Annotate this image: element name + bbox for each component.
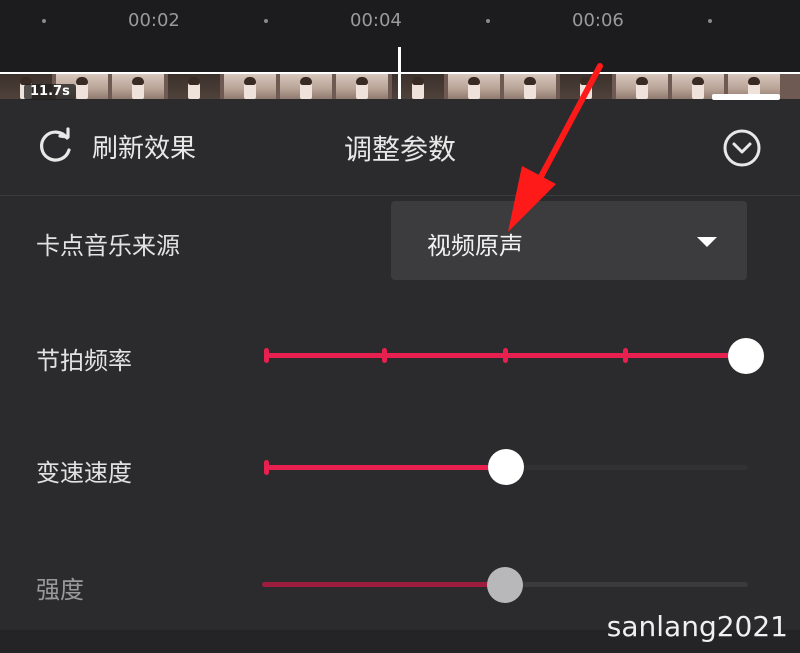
speed-knob[interactable]	[488, 449, 524, 485]
clip-thumbnail	[504, 74, 556, 99]
clip-thumbnail	[448, 74, 500, 99]
clip-thumbnail	[560, 74, 612, 99]
beat-frequency-label: 节拍频率	[36, 347, 132, 375]
beat-frequency-knob[interactable]	[728, 338, 764, 374]
timecode-tick: 00:06	[572, 10, 624, 31]
music-source-dropdown[interactable]: 视频原声	[391, 201, 747, 280]
ruler-dot	[708, 19, 712, 23]
speed-label: 变速速度	[36, 459, 132, 487]
intensity-knob[interactable]	[487, 567, 523, 603]
panel-title: 调整参数	[343, 133, 456, 166]
speed-track-fill	[266, 465, 506, 470]
start-notch	[264, 460, 269, 475]
clip-thumbnail	[168, 74, 220, 99]
watermark: sanlang2021	[606, 610, 788, 643]
ruler-dot	[486, 19, 490, 23]
step-notch	[623, 348, 628, 363]
step-notch	[382, 348, 387, 363]
music-source-label: 卡点音乐来源	[36, 232, 180, 260]
clip-thumbnail	[224, 74, 276, 99]
playhead[interactable]	[398, 47, 401, 99]
collapse-chevron-icon[interactable]	[720, 126, 764, 170]
step-notch	[503, 348, 508, 363]
intensity-track-fill	[262, 582, 505, 587]
timecode-tick: 00:04	[350, 10, 402, 31]
clip-thumbnail	[616, 74, 668, 99]
caret-down-icon	[697, 237, 717, 247]
ruler-dot	[42, 19, 46, 23]
clip-thumbnail	[280, 74, 332, 99]
intensity-label: 强度	[36, 576, 84, 604]
timecode-tick: 00:02	[128, 10, 180, 31]
clip-thumbnail	[112, 74, 164, 99]
step-notch	[264, 348, 269, 363]
clip-thumbnail	[336, 74, 388, 99]
ruler-dot	[264, 19, 268, 23]
music-source-value: 视频原声	[427, 232, 523, 260]
